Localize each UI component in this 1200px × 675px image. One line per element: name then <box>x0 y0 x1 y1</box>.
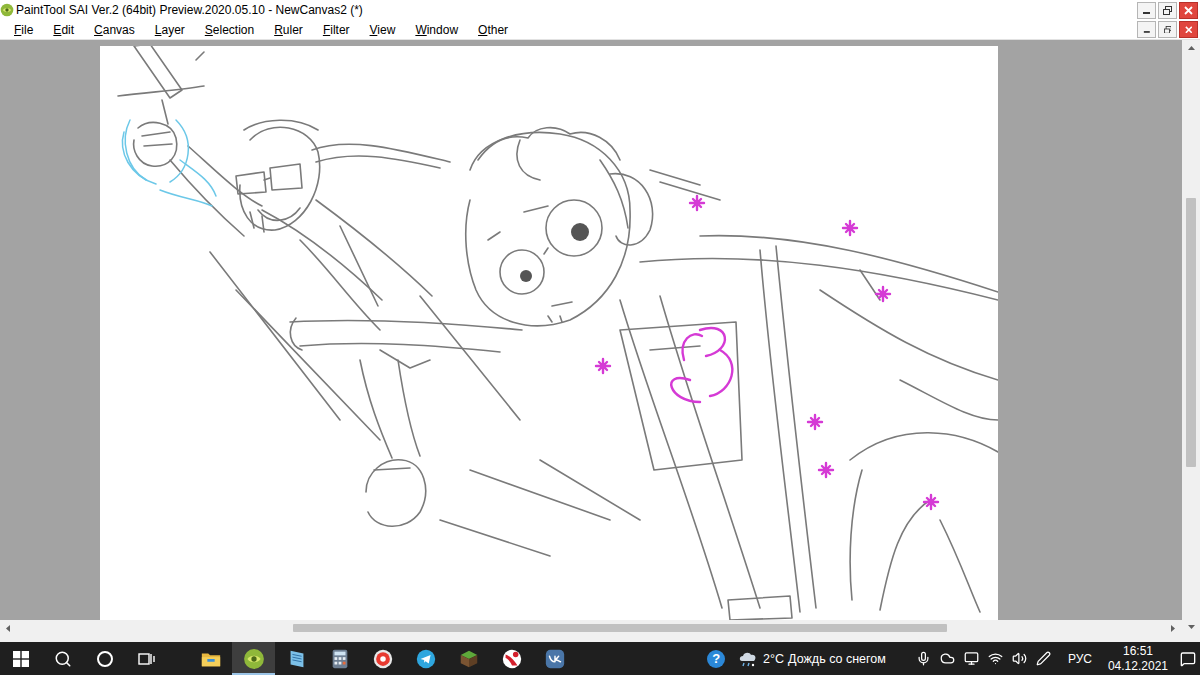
clock[interactable]: 16:5104.12.2021 <box>1102 644 1174 674</box>
paint-sai-icon <box>243 648 265 670</box>
help-icon[interactable]: ? <box>707 650 725 668</box>
window-controls <box>1137 2 1200 19</box>
close-icon <box>1185 26 1193 34</box>
minimize-icon <box>1143 26 1151 34</box>
scroll-arrow-button[interactable] <box>1182 619 1200 636</box>
volume-icon[interactable] <box>1010 642 1030 675</box>
menu-item[interactable]: File <box>4 23 43 37</box>
taskbar-app-button[interactable] <box>318 642 361 675</box>
folder-icon <box>200 648 222 670</box>
menu-item[interactable]: Window <box>405 23 468 37</box>
canvas[interactable] <box>100 46 998 620</box>
taskbar: ? 2°CДождь со снегом РУС 16:5104.12.2021 <box>0 642 1200 675</box>
task-view-button[interactable] <box>126 642 168 675</box>
search-button[interactable] <box>42 642 84 675</box>
taskbar-app-button[interactable] <box>189 642 232 675</box>
calculator-icon <box>329 648 351 670</box>
paint-tool-sai-window: PaintTool SAI Ver.2 (64bit) Preview.2020… <box>0 0 1200 675</box>
arrow-up-icon <box>1187 44 1196 53</box>
weather-widget[interactable]: 2°CДождь со снегом <box>737 649 910 669</box>
scroll-track[interactable] <box>1182 57 1200 619</box>
menu-item[interactable]: Canvas <box>84 23 145 37</box>
taskbar-app-button[interactable] <box>275 642 318 675</box>
close-icon <box>1184 6 1193 15</box>
close-button[interactable] <box>1179 2 1198 19</box>
display-icon[interactable] <box>962 642 982 675</box>
menu-item[interactable]: Layer <box>145 23 195 37</box>
arrow-down-icon <box>1187 623 1196 632</box>
scroll-arrow-button[interactable] <box>1165 620 1182 636</box>
app-logo-icon <box>0 3 14 17</box>
scroll-arrow-button[interactable] <box>1182 40 1200 57</box>
title-bar[interactable]: PaintTool SAI Ver.2 (64bit) Preview.2020… <box>0 0 1200 20</box>
close-button[interactable] <box>1179 21 1198 38</box>
start-button[interactable] <box>0 642 42 675</box>
rain-snow-icon <box>737 649 759 669</box>
taskbar-app-button[interactable] <box>404 642 447 675</box>
scroll-track[interactable] <box>17 620 1165 636</box>
scroll-gap <box>17 624 293 632</box>
menu-item[interactable]: Edit <box>43 23 84 37</box>
network-icon[interactable] <box>986 642 1006 675</box>
yandex-browser-icon <box>372 648 394 670</box>
menu-bar: FileEditCanvasLayerSelectionRulerFilterV… <box>0 20 1200 40</box>
taskbar-app-button[interactable] <box>232 642 275 675</box>
pen-icon[interactable] <box>1034 642 1054 675</box>
scroll-gap <box>1186 57 1196 198</box>
notepad-icon <box>286 648 308 670</box>
arrow-left-icon <box>4 624 13 633</box>
scroll-thumb[interactable] <box>293 624 947 632</box>
cortana-button[interactable] <box>84 642 126 675</box>
onedrive-cloud-icon[interactable] <box>938 642 958 675</box>
red-app-icon <box>501 648 523 670</box>
minimize-icon <box>1142 6 1151 15</box>
taskbar-app-button[interactable] <box>361 642 404 675</box>
windows-logo-icon <box>13 651 29 667</box>
menu-item[interactable]: View <box>360 23 406 37</box>
microphone-icon[interactable] <box>914 642 934 675</box>
minimize-button[interactable] <box>1137 2 1156 19</box>
horizontal-scrollbar[interactable] <box>0 620 1182 636</box>
vk-icon <box>544 648 566 670</box>
search-icon <box>54 650 72 668</box>
taskbar-app-button[interactable] <box>533 642 576 675</box>
minimize-button[interactable] <box>1137 21 1156 38</box>
workspace <box>0 40 1200 642</box>
restore-button[interactable] <box>1158 21 1177 38</box>
notifications-icon[interactable] <box>1178 642 1198 675</box>
taskbar-app-button[interactable] <box>447 642 490 675</box>
taskbar-app-button[interactable] <box>490 642 533 675</box>
window-title: PaintTool SAI Ver.2 (64bit) Preview.2020… <box>14 3 1137 17</box>
task-view-icon <box>138 651 156 667</box>
menu-item[interactable]: Filter <box>313 23 360 37</box>
restore-button[interactable] <box>1158 2 1177 19</box>
language-indicator[interactable]: РУС <box>1058 652 1098 666</box>
document-controls <box>1137 21 1200 38</box>
vertical-scrollbar[interactable] <box>1182 40 1200 636</box>
scroll-thumb[interactable] <box>1186 198 1196 468</box>
minecraft-icon <box>458 648 480 670</box>
scroll-arrow-button[interactable] <box>0 620 17 636</box>
menu-item[interactable]: Ruler <box>264 23 313 37</box>
system-tray: ? 2°CДождь со снегом РУС 16:5104.12.2021 <box>707 642 1200 675</box>
telegram-icon <box>415 648 437 670</box>
menu-item[interactable]: Other <box>468 23 518 37</box>
cortana-circle-icon <box>96 650 114 668</box>
arrow-right-icon <box>1169 624 1178 633</box>
sketch-drawing[interactable] <box>100 46 998 620</box>
restore-icon <box>1163 6 1172 15</box>
restore-icon <box>1164 26 1172 34</box>
canvas-area <box>0 40 1182 620</box>
menu-item[interactable]: Selection <box>195 23 264 37</box>
